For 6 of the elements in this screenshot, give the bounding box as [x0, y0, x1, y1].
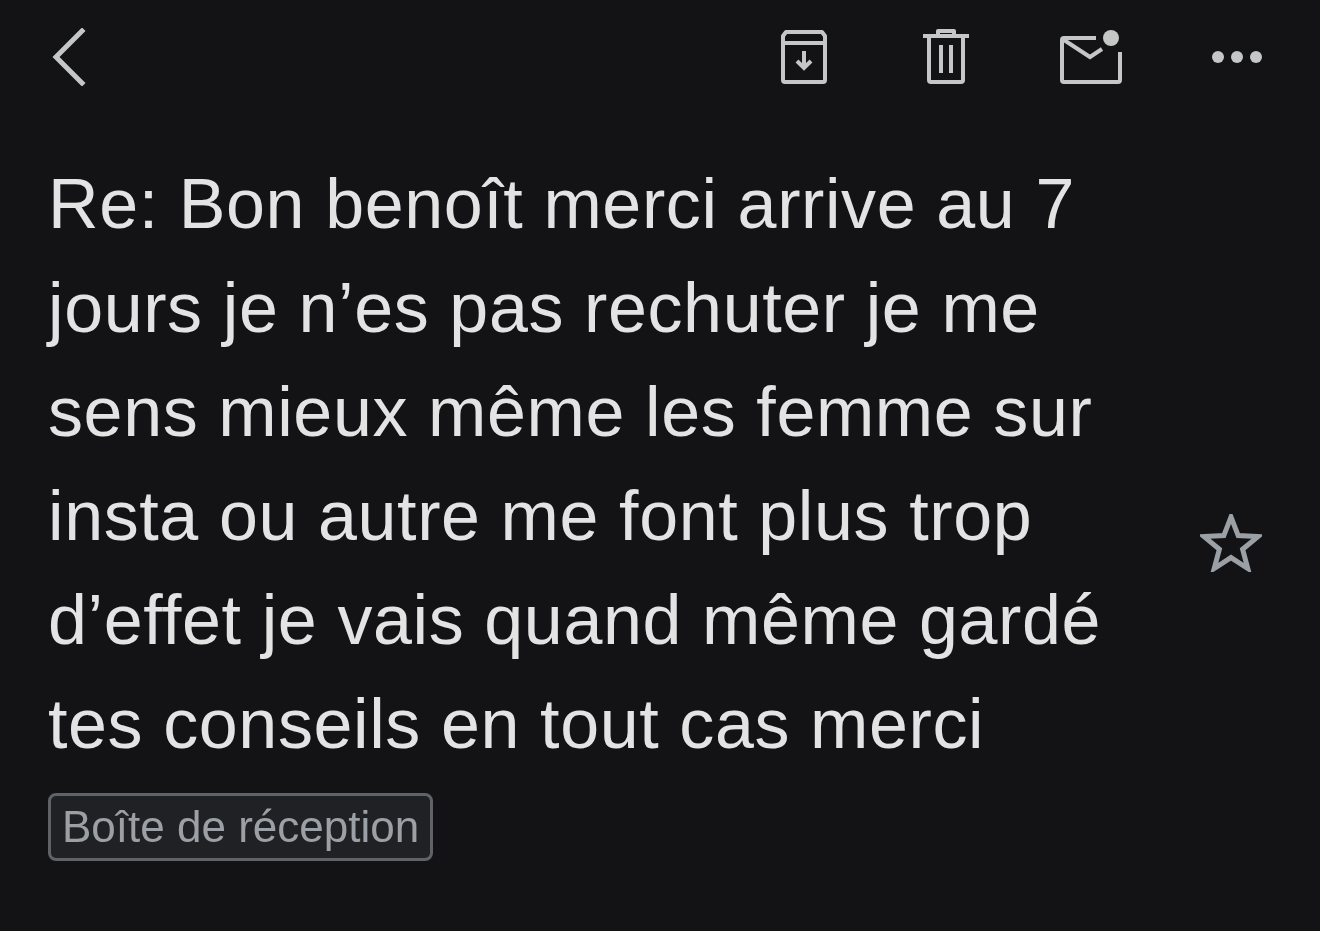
label-chip: Boîte de réception	[48, 793, 434, 861]
more-icon[interactable]	[1212, 51, 1262, 63]
star-icon[interactable]	[1200, 514, 1262, 572]
email-subject: Re: Bon benoît merci arrive au 7 jours je n’es pas rechuter je me sens mieux même les femme sur insta ou autre me font plus trop d’effet je vais quand même gardé tes conseils en tout cas merci	[48, 164, 1102, 765]
mail-dot-icon[interactable]	[1060, 30, 1122, 84]
trash-icon[interactable]	[922, 29, 970, 85]
